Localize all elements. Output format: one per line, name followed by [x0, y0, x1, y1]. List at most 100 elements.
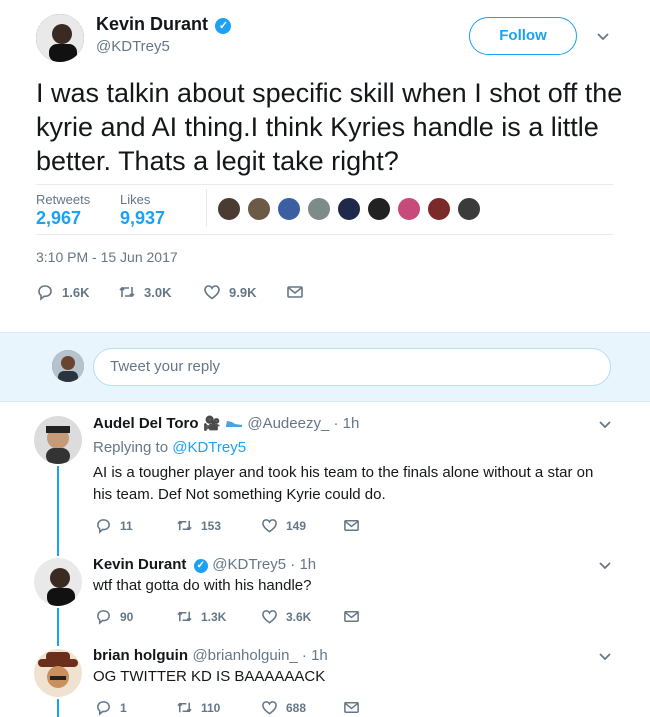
retweet-action[interactable]: 110: [176, 699, 220, 716]
heart-icon: [262, 701, 277, 715]
liker-avatar[interactable]: [366, 196, 392, 222]
liker-avatars: [216, 196, 482, 222]
reply-action[interactable]: 90: [95, 608, 133, 625]
reply-handle-time[interactable]: @brianholguin_ · 1h: [192, 647, 327, 664]
liker-avatar[interactable]: [426, 196, 452, 222]
divider: [36, 184, 613, 185]
reply-options-chevron-icon[interactable]: [598, 559, 612, 578]
liker-avatar[interactable]: [456, 196, 482, 222]
like-count: 9.9K: [229, 284, 257, 300]
liker-avatar[interactable]: [336, 196, 362, 222]
like-count: 149: [286, 518, 307, 533]
sneaker-emoji-icon: [225, 421, 242, 427]
verified-badge-icon: ✓: [193, 559, 208, 573]
reply-text: AI is a tougher player and took his team…: [93, 464, 594, 503]
like-count: 688: [286, 700, 307, 715]
reply-text: OG TWITTER KD IS BAAAAAACK: [93, 668, 326, 685]
reply-header: Kevin Durant ✓ @KDTrey5 · 1h: [93, 556, 316, 574]
heart-icon: [262, 519, 277, 533]
like-action[interactable]: 9.9K: [203, 283, 256, 301]
reply-count: 1.6K: [62, 284, 90, 300]
stats-separator: [206, 189, 207, 227]
retweet-count: 110: [201, 700, 221, 715]
reply-count: 90: [120, 609, 134, 624]
author-avatar[interactable]: [36, 14, 84, 62]
reply-handle-time[interactable]: @KDTrey5 · 1h: [212, 556, 316, 573]
direct-message-action[interactable]: [343, 608, 360, 625]
retweet-action[interactable]: 153: [176, 517, 221, 534]
author-name-row[interactable]: Kevin Durant ✓: [96, 14, 232, 35]
reply-text: wtf that gotta do with his handle?: [93, 577, 312, 594]
retweet-count: 3.0K: [144, 284, 172, 300]
reply-options-chevron-icon[interactable]: [598, 650, 612, 669]
reply-header: brian holguin @brianholguin_ · 1h: [93, 647, 328, 665]
retweet-icon: [119, 286, 135, 298]
reply-handle-time[interactable]: @Audeezy_ · 1h: [247, 415, 359, 432]
retweet-icon: [177, 702, 192, 713]
thread-line: [57, 699, 59, 717]
like-action[interactable]: 149: [261, 517, 306, 534]
reply-author-name[interactable]: Kevin Durant: [93, 556, 186, 573]
heart-icon: [262, 610, 277, 624]
retweet-count: 153: [201, 518, 222, 533]
verified-badge-icon: ✓: [215, 18, 232, 34]
retweet-action[interactable]: 1.3K: [176, 608, 226, 625]
envelope-icon: [344, 702, 359, 713]
reply-count: 11: [120, 518, 133, 533]
retweets-count[interactable]: 2,967: [36, 208, 81, 229]
reply-icon: [97, 701, 110, 716]
thread-line: [57, 608, 59, 646]
reply-count: 1: [120, 700, 127, 715]
heart-icon: [204, 285, 220, 300]
retweet-action[interactable]: 3.0K: [118, 283, 171, 301]
likes-label[interactable]: Likes: [120, 192, 150, 207]
envelope-icon: [344, 520, 359, 531]
replying-to-handle[interactable]: @KDTrey5: [172, 439, 246, 456]
reply-icon: [97, 610, 110, 625]
reply-options-chevron-icon[interactable]: [598, 418, 612, 437]
direct-message-action[interactable]: [343, 517, 360, 534]
retweets-label[interactable]: Retweets: [36, 192, 90, 207]
replying-to-label: Replying to: [93, 439, 173, 456]
likes-count[interactable]: 9,937: [120, 208, 165, 229]
retweet-icon: [177, 611, 192, 622]
reply-action[interactable]: 1: [95, 699, 127, 716]
reply-author-name[interactable]: brian holguin: [93, 647, 188, 664]
envelope-icon: [287, 286, 303, 298]
replying-to: Replying to @KDTrey5: [93, 439, 246, 456]
camera-emoji-icon: 🎥: [203, 415, 221, 431]
direct-message-action[interactable]: [343, 699, 360, 716]
reply-avatar-brian[interactable]: [34, 649, 82, 697]
thread-line: [57, 466, 59, 556]
current-user-avatar: [52, 350, 84, 382]
reply-action[interactable]: 1.6K: [36, 283, 89, 301]
direct-message-action[interactable]: [286, 283, 304, 301]
author-handle[interactable]: @KDTrey5: [96, 38, 170, 55]
tweet-text: I was talkin about specific skill when I…: [36, 78, 623, 176]
liker-avatar[interactable]: [306, 196, 332, 222]
tweet-options-chevron-icon[interactable]: [596, 30, 610, 49]
reply-author-name[interactable]: Audel Del Toro: [93, 415, 199, 432]
reply-icon: [97, 519, 110, 534]
author-name[interactable]: Kevin Durant: [96, 14, 208, 34]
reply-input[interactable]: Tweet your reply: [93, 348, 611, 386]
liker-avatar[interactable]: [216, 196, 242, 222]
follow-button[interactable]: Follow: [469, 17, 577, 55]
like-count: 3.6K: [286, 609, 312, 624]
reply-header: Audel Del Toro 🎥 @Audeezy_ · 1h: [93, 415, 359, 433]
avatar-image: [36, 14, 84, 62]
retweet-icon: [177, 520, 192, 531]
reply-action[interactable]: 11: [95, 517, 133, 534]
like-action[interactable]: 3.6K: [261, 608, 311, 625]
tweet-timestamp[interactable]: 3:10 PM - 15 Jun 2017: [36, 249, 178, 265]
envelope-icon: [344, 611, 359, 622]
reply-icon: [38, 285, 52, 301]
liker-avatar[interactable]: [246, 196, 272, 222]
divider: [36, 234, 613, 235]
retweet-count: 1.3K: [201, 609, 227, 624]
reply-avatar-audel[interactable]: [34, 416, 82, 464]
like-action[interactable]: 688: [261, 699, 306, 716]
reply-avatar-kevin[interactable]: [34, 558, 82, 606]
liker-avatar[interactable]: [396, 196, 422, 222]
liker-avatar[interactable]: [276, 196, 302, 222]
